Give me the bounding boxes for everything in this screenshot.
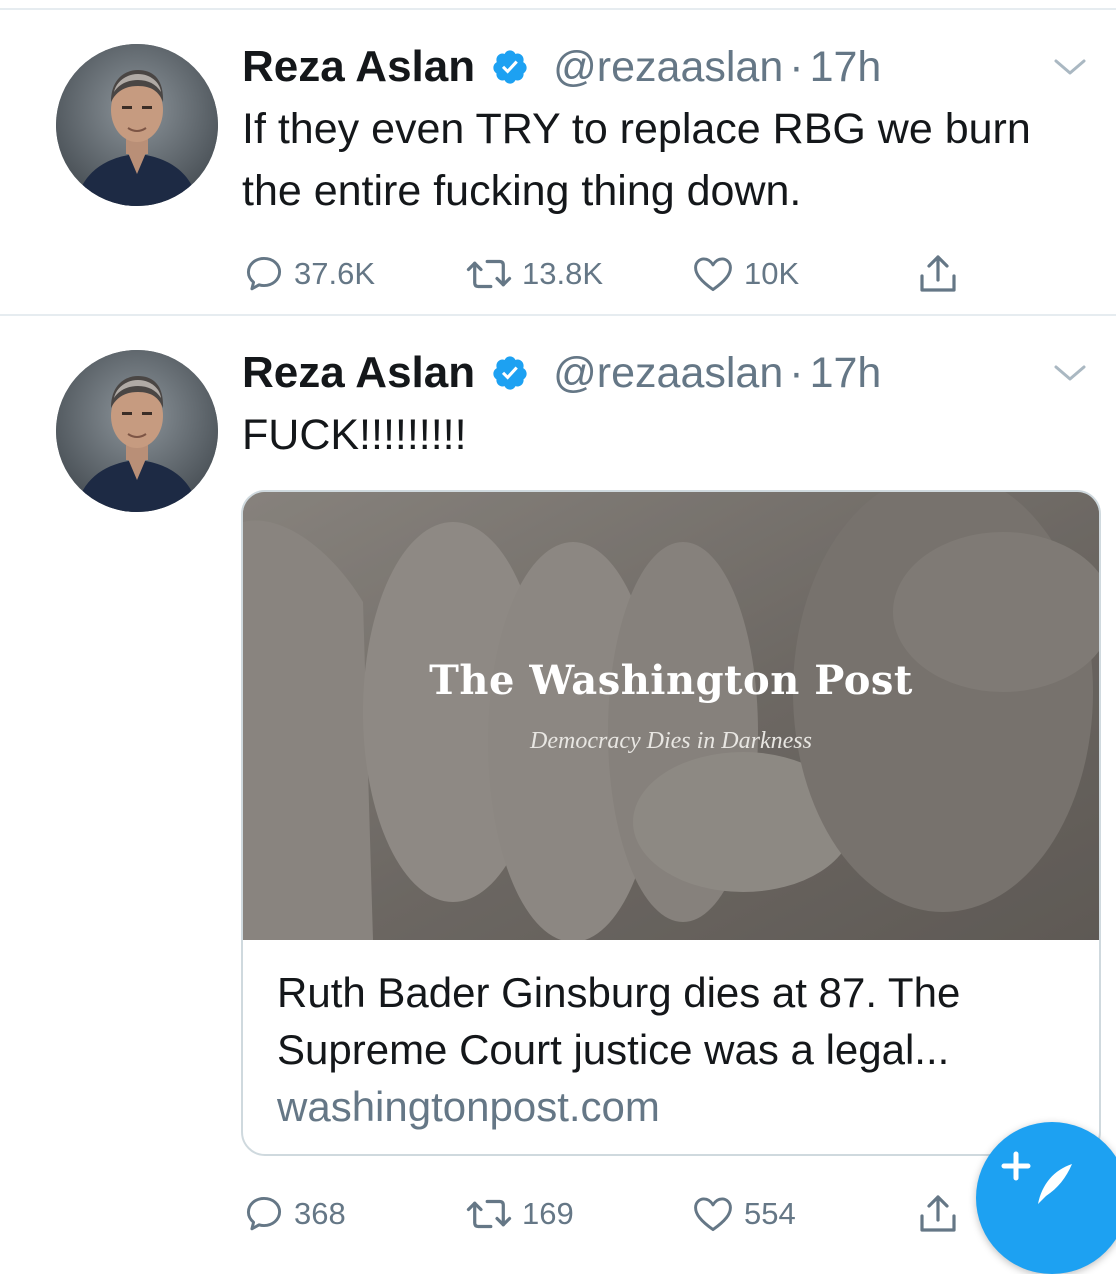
compose-tweet-icon bbox=[1001, 1151, 1072, 1204]
compose-tweet-button[interactable] bbox=[976, 1122, 1116, 1274]
like-button[interactable]: 554 bbox=[690, 1184, 796, 1244]
verified-badge-icon bbox=[493, 356, 527, 390]
retweet-icon bbox=[466, 259, 512, 289]
reply-button[interactable]: 37.6K bbox=[242, 244, 375, 304]
handle[interactable]: @rezaaslan bbox=[553, 43, 783, 92]
reply-icon bbox=[246, 256, 282, 291]
tweet[interactable]: Reza Aslan @rezaaslan · 17h FUCK!!!!!!!!… bbox=[0, 316, 1116, 1232]
like-count: 554 bbox=[744, 1196, 796, 1231]
like-count: 10K bbox=[744, 256, 800, 291]
heart-icon bbox=[694, 257, 732, 292]
handle[interactable]: @rezaaslan bbox=[553, 349, 783, 398]
tweet-text: FUCK!!!!!!!!! bbox=[242, 411, 467, 459]
tweet-text: If they even TRY to replace RBG we burn … bbox=[242, 105, 1031, 215]
reply-count: 37.6K bbox=[294, 256, 376, 291]
reply-icon bbox=[246, 1196, 282, 1231]
display-name[interactable]: Reza Aslan bbox=[242, 42, 475, 92]
link-card[interactable]: The Washington Post Democracy Dies in Da… bbox=[241, 490, 1101, 1156]
verified-badge-icon bbox=[493, 50, 527, 84]
publisher-tagline: Democracy Dies in Darkness bbox=[530, 728, 812, 754]
retweet-icon bbox=[466, 1199, 512, 1229]
avatar[interactable] bbox=[56, 350, 218, 512]
avatar[interactable] bbox=[56, 44, 218, 206]
retweet-button[interactable]: 13.8K bbox=[464, 244, 603, 304]
link-card-domain: washingtonpost.com bbox=[277, 1083, 660, 1130]
link-card-title: Ruth Bader Ginsburg dies at 87. The Supr… bbox=[277, 969, 961, 1073]
action-bar: 37.6K 13.8K 10K bbox=[242, 244, 982, 304]
share-icon bbox=[920, 255, 956, 292]
action-bar: 368 169 554 bbox=[242, 1184, 982, 1244]
link-card-image: The Washington Post Democracy Dies in Da… bbox=[243, 492, 1099, 940]
retweet-count: 169 bbox=[522, 1196, 574, 1231]
share-button[interactable] bbox=[914, 244, 970, 304]
display-name[interactable]: Reza Aslan bbox=[242, 348, 475, 398]
timestamp[interactable]: 17h bbox=[810, 349, 882, 398]
chevron-down-icon[interactable] bbox=[1052, 52, 1088, 80]
timestamp[interactable]: 17h bbox=[810, 43, 882, 92]
publisher-logo: The Washington Post bbox=[429, 657, 913, 704]
reply-count: 368 bbox=[294, 1196, 346, 1231]
share-button[interactable] bbox=[914, 1184, 970, 1244]
link-card-body: Ruth Bader Ginsburg dies at 87. The Supr… bbox=[277, 964, 1077, 1135]
heart-icon bbox=[694, 1197, 732, 1232]
share-icon bbox=[920, 1195, 956, 1232]
like-button[interactable]: 10K bbox=[690, 244, 799, 304]
chevron-down-icon[interactable] bbox=[1052, 358, 1088, 386]
tweet-header: Reza Aslan @rezaaslan · 17h bbox=[242, 346, 881, 400]
tweet-header: Reza Aslan @rezaaslan · 17h bbox=[242, 40, 881, 94]
retweet-button[interactable]: 169 bbox=[464, 1184, 574, 1244]
separator-dot: · bbox=[789, 42, 804, 91]
separator-dot: · bbox=[789, 348, 804, 397]
tweet[interactable]: Reza Aslan @rezaaslan · 17h If they even… bbox=[0, 10, 1116, 314]
retweet-count: 13.8K bbox=[522, 256, 604, 291]
reply-button[interactable]: 368 bbox=[242, 1184, 346, 1244]
